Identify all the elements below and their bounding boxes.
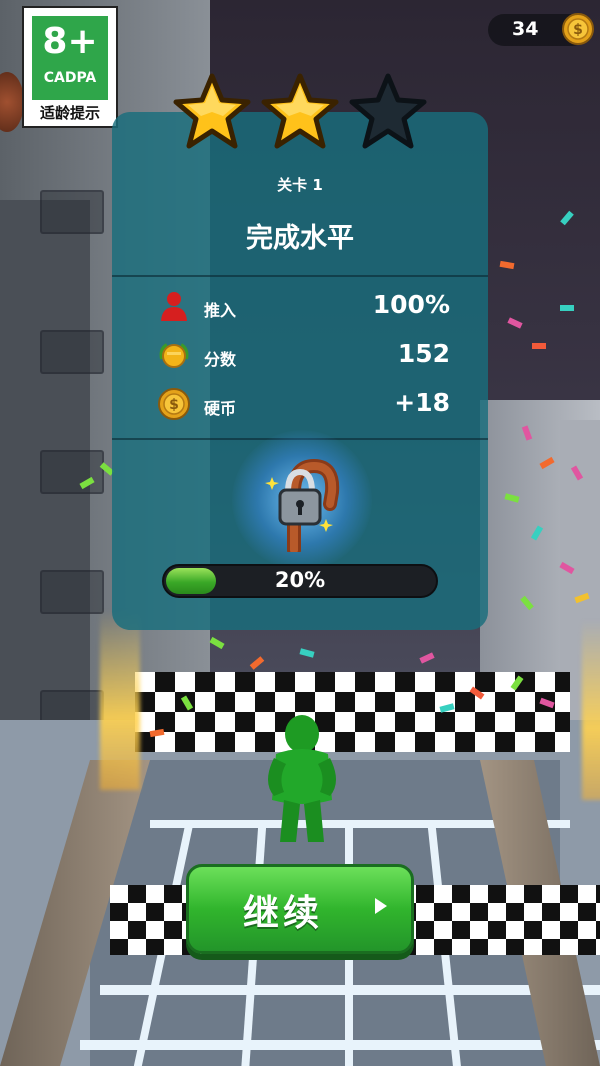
age-rating-badge: 8+ CADPA 适龄提示 bbox=[22, 6, 118, 128]
continue-button-label: 继续 bbox=[243, 893, 324, 934]
results-panel: 关卡 1 完成水平 推入 100% 分数 152 $ 硬币 +18 20% bbox=[112, 112, 488, 630]
level-label: 关卡 1 bbox=[277, 176, 323, 194]
sparks-right bbox=[582, 620, 600, 800]
play-arrow-icon bbox=[375, 898, 387, 914]
level-complete-title: 完成水平 bbox=[246, 223, 354, 254]
confetti bbox=[560, 210, 574, 226]
finish-banner-top bbox=[135, 672, 570, 752]
age-rating-org: CADPA bbox=[43, 70, 97, 86]
svg-text:$: $ bbox=[573, 22, 583, 38]
confetti bbox=[419, 652, 435, 664]
stat-row-push: 推入 100% bbox=[158, 290, 450, 326]
age-rating-tip: 适龄提示 bbox=[39, 104, 100, 122]
medal-icon bbox=[159, 343, 189, 368]
confetti bbox=[499, 260, 515, 270]
star-filled-icon bbox=[173, 73, 251, 149]
coin-count: 34 bbox=[512, 18, 539, 40]
svg-text:$: $ bbox=[169, 397, 179, 413]
unlock-progress-label: 20% bbox=[274, 568, 326, 592]
confetti bbox=[560, 305, 574, 311]
grid-line bbox=[80, 1040, 600, 1050]
window bbox=[40, 190, 104, 234]
sparks-left bbox=[100, 610, 140, 790]
star-filled-icon bbox=[261, 73, 339, 149]
green-player-figure bbox=[268, 715, 336, 842]
stat-label-push: 推入 bbox=[204, 301, 237, 320]
coin-icon: $ bbox=[562, 13, 594, 45]
confetti bbox=[299, 648, 315, 658]
stat-row-score: 分数 152 bbox=[158, 339, 450, 375]
window bbox=[40, 570, 104, 614]
stat-label-coins: 硬币 bbox=[204, 399, 237, 418]
stat-row-coins: $ 硬币 +18 bbox=[158, 388, 450, 424]
window bbox=[40, 330, 104, 374]
stat-value-score: 152 bbox=[397, 339, 450, 368]
stat-value-coins: +18 bbox=[394, 388, 450, 417]
age-rating-box: 8+ CADPA bbox=[32, 16, 108, 100]
continue-button[interactable]: 继续 bbox=[186, 864, 414, 954]
person-icon bbox=[161, 292, 187, 321]
age-rating-value: 8+ bbox=[42, 21, 98, 62]
coin-counter: 34 $ bbox=[488, 13, 594, 46]
confetti bbox=[507, 317, 523, 329]
window bbox=[40, 450, 104, 494]
star-empty-icon bbox=[349, 73, 427, 149]
stat-value-push: 100% bbox=[372, 290, 450, 319]
locked-candy-cane-icon bbox=[265, 458, 340, 552]
divider bbox=[112, 275, 488, 277]
coin-icon: $ bbox=[158, 388, 190, 420]
unlock-progress-bar: 20% bbox=[162, 564, 438, 598]
confetti bbox=[532, 343, 546, 349]
confetti bbox=[209, 636, 225, 650]
stat-label-score: 分数 bbox=[204, 350, 237, 369]
confetti bbox=[249, 656, 265, 670]
star-rating bbox=[172, 72, 432, 152]
